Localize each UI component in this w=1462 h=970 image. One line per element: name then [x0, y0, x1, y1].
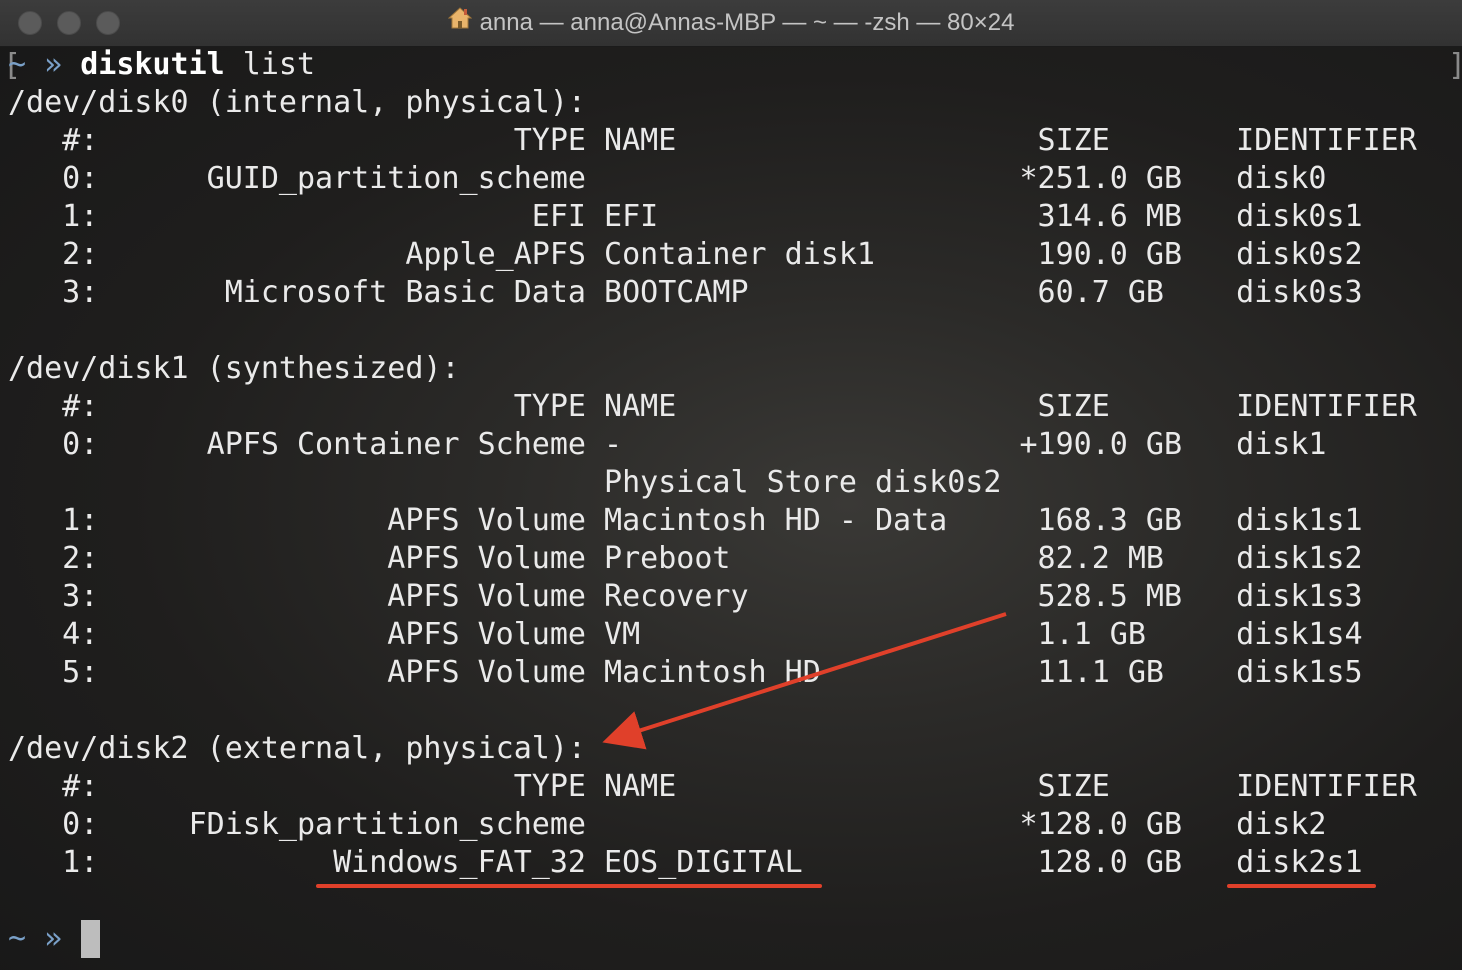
output-line: 4: APFS Volume VM 1.1 GB disk1s4: [8, 617, 1363, 652]
command-arg: list: [224, 47, 316, 82]
output-line: /dev/disk2 (external, physical):: [8, 731, 586, 766]
output-line: 1: APFS Volume Macintosh HD - Data 168.3…: [8, 503, 1363, 538]
output-line: 3: Microsoft Basic Data BOOTCAMP 60.7 GB…: [8, 275, 1363, 310]
output-line: #: TYPE NAME SIZE IDENTIFIER: [8, 769, 1417, 804]
output-line: 1: EFI EFI 314.6 MB disk0s1: [8, 199, 1363, 234]
output-line: 3: APFS Volume Recovery 528.5 MB disk1s3: [8, 579, 1363, 614]
output-line: 2: Apple_APFS Container disk1 190.0 GB d…: [8, 237, 1363, 272]
output-line: /dev/disk1 (synthesized):: [8, 351, 460, 386]
output-line: #: TYPE NAME SIZE IDENTIFIER: [8, 389, 1417, 424]
command-name: diskutil: [80, 47, 225, 82]
home-folder-icon: [447, 0, 472, 45]
right-scroll-bracket: ]: [1448, 48, 1462, 83]
output-line: /dev/disk0 (internal, physical):: [8, 85, 586, 120]
command-line: ~ » diskutil list: [8, 46, 315, 84]
text-cursor: [81, 920, 100, 958]
terminal-content[interactable]: [ ] ~ » diskutil list /dev/disk0 (intern…: [0, 46, 1462, 970]
output-line: 2: APFS Volume Preboot 82.2 MB disk1s2: [8, 541, 1363, 576]
output-line: 0: FDisk_partition_scheme *128.0 GB disk…: [8, 807, 1327, 842]
terminal-window: anna — anna@Annas-MBP — ~ — -zsh — 80×24…: [0, 0, 1462, 970]
window-title-row: anna — anna@Annas-MBP — ~ — -zsh — 80×24: [0, 0, 1462, 46]
prompt: ~ »: [8, 47, 63, 82]
output-line: 5: APFS Volume Macintosh HD 11.1 GB disk…: [8, 655, 1363, 690]
output-line: 1: Windows_FAT_32 EOS_DIGITAL 128.0 GB d…: [8, 845, 1363, 880]
output-line: 0: APFS Container Scheme - +190.0 GB dis…: [8, 427, 1327, 462]
title-bar[interactable]: anna — anna@Annas-MBP — ~ — -zsh — 80×24: [0, 0, 1462, 47]
window-title: anna — anna@Annas-MBP — ~ — -zsh — 80×24: [479, 9, 1015, 36]
output-line: #: TYPE NAME SIZE IDENTIFIER: [8, 123, 1417, 158]
output-line: Physical Store disk0s2: [8, 465, 1002, 500]
final-prompt: ~ »: [8, 921, 63, 956]
output-line: 0: GUID_partition_scheme *251.0 GB disk0: [8, 161, 1327, 196]
